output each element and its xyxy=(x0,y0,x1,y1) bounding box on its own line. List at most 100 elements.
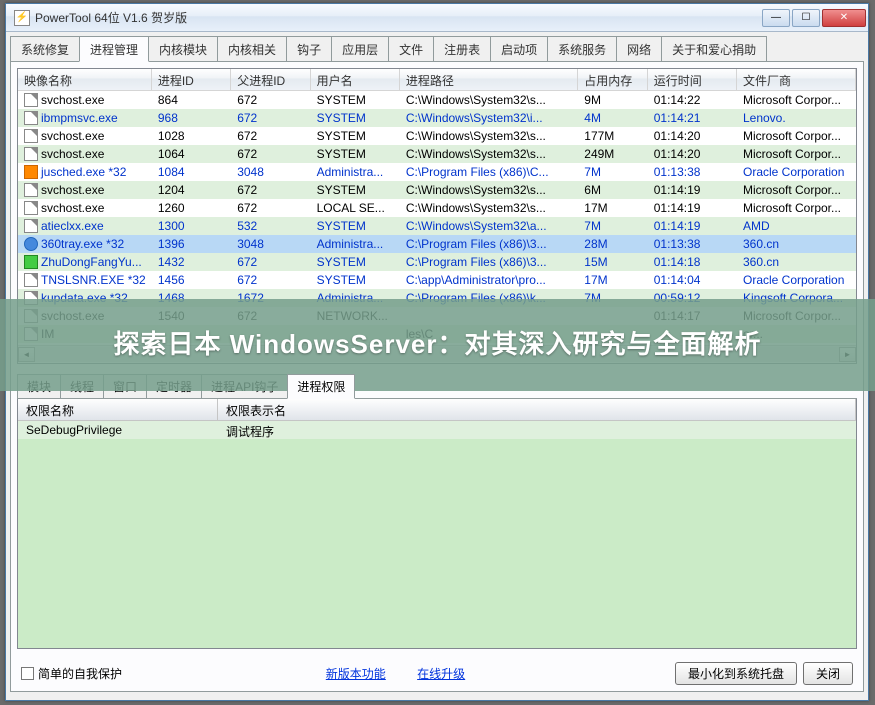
table-row[interactable]: ibmpmsvc.exe968672SYSTEMC:\Windows\Syste… xyxy=(18,109,856,127)
cell-name: svchost.exe xyxy=(18,182,152,198)
table-row[interactable]: 360tray.exe *3213963048Administra...C:\P… xyxy=(18,235,856,253)
checkbox-icon xyxy=(21,667,34,680)
cell-vendor: Microsoft Corpor... xyxy=(737,92,856,108)
overlay-text: 探索日本 WindowsServer：对其深入研究与全面解析 xyxy=(113,327,761,362)
file-icon xyxy=(24,147,38,161)
online-upgrade-link[interactable]: 在线升级 xyxy=(417,667,465,681)
cell-pid: 1456 xyxy=(152,272,231,288)
cell-mem: 28M xyxy=(578,236,647,252)
priv-col-disp[interactable]: 权限表示名 xyxy=(218,399,856,420)
cell-path: C:\Program Files (x86)\3... xyxy=(400,236,578,252)
cell-path: C:\Windows\System32\s... xyxy=(400,128,578,144)
table-row[interactable]: svchost.exe1028672SYSTEMC:\Windows\Syste… xyxy=(18,127,856,145)
cell-vendor: Microsoft Corpor... xyxy=(737,128,856,144)
cell-pid: 1396 xyxy=(152,236,231,252)
cell-vendor: Microsoft Corpor... xyxy=(737,200,856,216)
cell-ppid: 672 xyxy=(231,272,310,288)
cell-ppid: 672 xyxy=(231,128,310,144)
self-protect-label: 简单的自我保护 xyxy=(38,665,122,682)
cell-pid: 1300 xyxy=(152,218,231,234)
cell-time: 01:14:21 xyxy=(648,110,737,126)
cell-pid: 1260 xyxy=(152,200,231,216)
priv-row[interactable]: SeDebugPrivilege调试程序 xyxy=(18,421,856,439)
cell-time: 01:14:04 xyxy=(648,272,737,288)
table-header: 映像名称 进程ID 父进程ID 用户名 进程路径 占用内存 运行时间 文件厂商 xyxy=(18,69,856,91)
self-protect-checkbox[interactable]: 简单的自我保护 xyxy=(21,665,122,682)
col-user[interactable]: 用户名 xyxy=(311,69,400,90)
maximize-button[interactable]: ☐ xyxy=(792,9,820,27)
cell-name: jusched.exe *32 xyxy=(18,164,152,180)
cell-ppid: 3048 xyxy=(231,236,310,252)
cell-path: C:\Program Files (x86)\C... xyxy=(400,164,578,180)
main-tab-6[interactable]: 文件 xyxy=(388,36,434,61)
table-row[interactable]: ZhuDongFangYu...1432672SYSTEMC:\Program … xyxy=(18,253,856,271)
cell-user: SYSTEM xyxy=(311,128,400,144)
main-tab-2[interactable]: 内核模块 xyxy=(148,36,218,61)
col-name[interactable]: 映像名称 xyxy=(18,69,152,90)
col-time[interactable]: 运行时间 xyxy=(648,69,737,90)
table-row[interactable]: jusched.exe *3210843048Administra...C:\P… xyxy=(18,163,856,181)
priv-body[interactable]: SeDebugPrivilege调试程序 xyxy=(18,421,856,439)
cell-pid: 1432 xyxy=(152,254,231,270)
col-path[interactable]: 进程路径 xyxy=(400,69,578,90)
table-row[interactable]: svchost.exe1204672SYSTEMC:\Windows\Syste… xyxy=(18,181,856,199)
cell-time: 01:14:22 xyxy=(648,92,737,108)
col-vendor[interactable]: 文件厂商 xyxy=(737,69,856,90)
cell-vendor: Oracle Corporation xyxy=(737,272,856,288)
main-tab-7[interactable]: 注册表 xyxy=(433,36,491,61)
table-row[interactable]: svchost.exe1064672SYSTEMC:\Windows\Syste… xyxy=(18,145,856,163)
cell-ppid: 672 xyxy=(231,200,310,216)
sub-tab-5[interactable]: 进程权限 xyxy=(287,374,355,399)
table-row[interactable]: TNSLSNR.EXE *321456672SYSTEMC:\app\Admin… xyxy=(18,271,856,289)
priv-header: 权限名称 权限表示名 xyxy=(18,399,856,421)
table-row[interactable]: svchost.exe864672SYSTEMC:\Windows\System… xyxy=(18,91,856,109)
cell-mem: 15M xyxy=(578,254,647,270)
cell-vendor: Microsoft Corpor... xyxy=(737,182,856,198)
col-mem[interactable]: 占用内存 xyxy=(578,69,647,90)
priv-disp: 调试程序 xyxy=(218,421,856,439)
cell-time: 01:14:19 xyxy=(648,182,737,198)
close-button[interactable]: ✕ xyxy=(822,9,866,27)
main-tab-10[interactable]: 网络 xyxy=(616,36,662,61)
window-title: PowerTool 64位 V1.6 贺岁版 xyxy=(35,9,762,26)
minimize-to-tray-button[interactable]: 最小化到系统托盘 xyxy=(675,662,797,685)
file-icon xyxy=(24,273,38,287)
cell-ppid: 3048 xyxy=(231,164,310,180)
new-features-link[interactable]: 新版本功能 xyxy=(326,667,386,681)
cell-time: 01:14:20 xyxy=(648,146,737,162)
file-icon xyxy=(24,183,38,197)
cell-mem: 249M xyxy=(578,146,647,162)
close-app-button[interactable]: 关闭 xyxy=(803,662,853,685)
main-tab-8[interactable]: 启动项 xyxy=(490,36,548,61)
main-tab-9[interactable]: 系统服务 xyxy=(547,36,617,61)
main-tab-4[interactable]: 钩子 xyxy=(286,36,332,61)
main-tab-3[interactable]: 内核相关 xyxy=(217,36,287,61)
cell-pid: 968 xyxy=(152,110,231,126)
main-tab-1[interactable]: 进程管理 xyxy=(79,36,149,62)
main-tab-11[interactable]: 关于和爱心捐助 xyxy=(661,36,767,61)
cell-mem: 177M xyxy=(578,128,647,144)
cell-vendor: 360.cn xyxy=(737,236,856,252)
file-icon xyxy=(24,165,38,179)
minimize-button[interactable]: — xyxy=(762,9,790,27)
main-tab-5[interactable]: 应用层 xyxy=(331,36,389,61)
cell-pid: 1064 xyxy=(152,146,231,162)
titlebar[interactable]: ⚡ PowerTool 64位 V1.6 贺岁版 — ☐ ✕ xyxy=(6,4,868,32)
bottom-bar: 简单的自我保护 新版本功能 在线升级 最小化到系统托盘 关闭 xyxy=(21,659,853,687)
priv-col-name[interactable]: 权限名称 xyxy=(18,399,218,420)
cell-name: atieclxx.exe xyxy=(18,218,152,234)
priv-name: SeDebugPrivilege xyxy=(18,421,218,439)
cell-user: SYSTEM xyxy=(311,272,400,288)
table-row[interactable]: svchost.exe1260672LOCAL SE...C:\Windows\… xyxy=(18,199,856,217)
cell-user: SYSTEM xyxy=(311,254,400,270)
cell-ppid: 672 xyxy=(231,182,310,198)
cell-pid: 1204 xyxy=(152,182,231,198)
cell-ppid: 672 xyxy=(231,110,310,126)
table-row[interactable]: atieclxx.exe1300532SYSTEMC:\Windows\Syst… xyxy=(18,217,856,235)
main-tab-0[interactable]: 系统修复 xyxy=(10,36,80,61)
cell-mem: 17M xyxy=(578,200,647,216)
cell-mem: 17M xyxy=(578,272,647,288)
cell-user: SYSTEM xyxy=(311,146,400,162)
col-pid[interactable]: 进程ID xyxy=(152,69,231,90)
col-ppid[interactable]: 父进程ID xyxy=(231,69,310,90)
